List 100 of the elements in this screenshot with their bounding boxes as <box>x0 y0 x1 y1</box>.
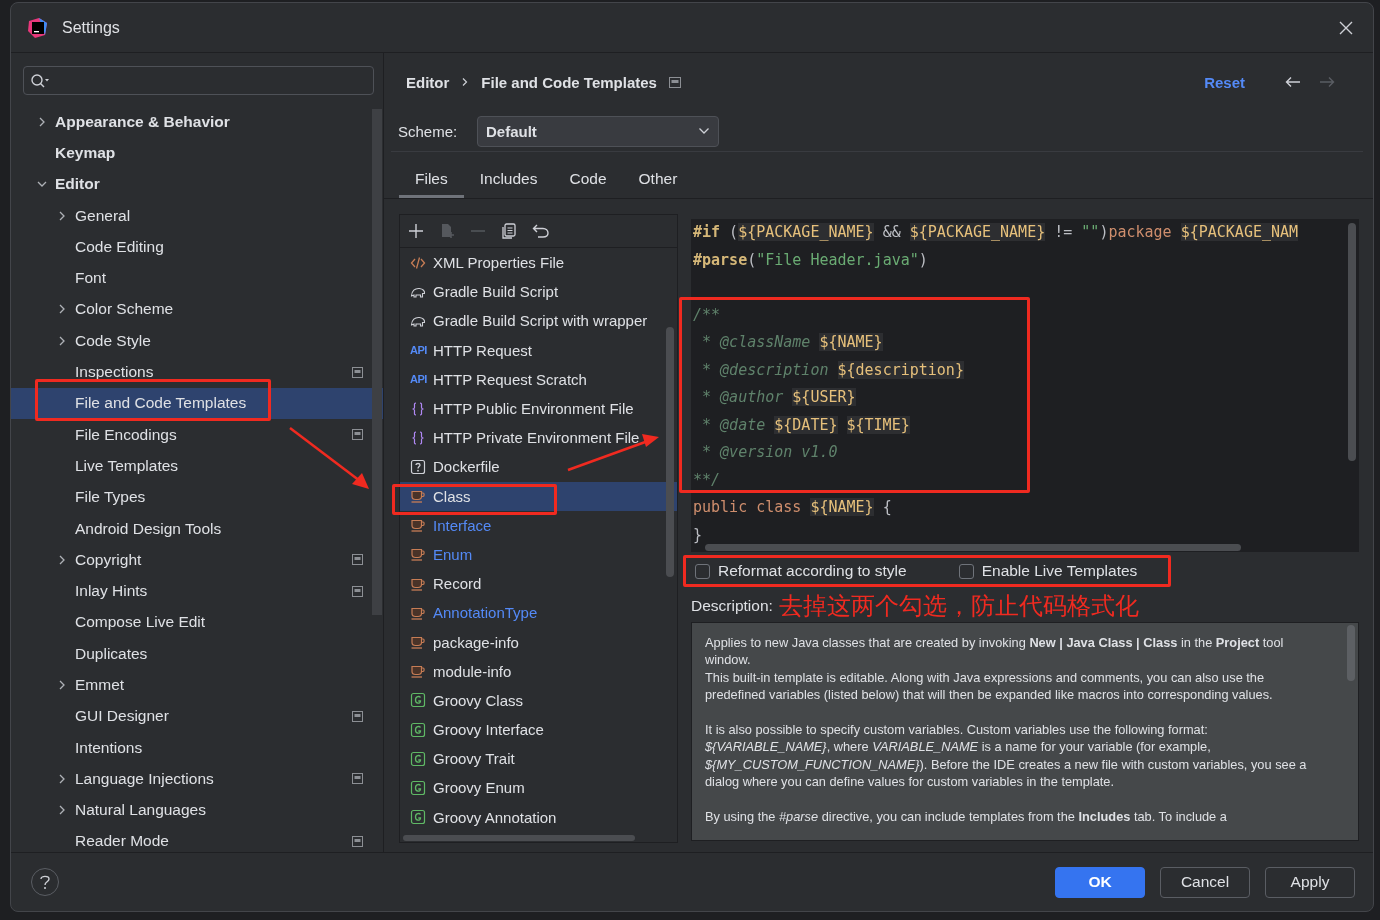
template-item[interactable]: module-info <box>400 656 677 686</box>
breadcrumb-item: File and Code Templates <box>481 73 657 91</box>
project-scope-icon <box>668 76 681 88</box>
chevron-icon[interactable] <box>57 304 67 315</box>
search-icon <box>30 72 52 89</box>
scrollbar[interactable] <box>1347 625 1355 681</box>
code-line: public class ${NAME} { <box>692 497 892 518</box>
help-icon <box>39 874 51 890</box>
code-line: * @className ${NAME} <box>701 332 883 353</box>
code-line: * @date ${DATE} ${TIME} <box>701 414 910 436</box>
dialog-button[interactable]: Apply <box>1265 866 1355 898</box>
scrollbar[interactable] <box>705 544 1241 551</box>
breadcrumb-item[interactable]: Editor <box>406 73 450 91</box>
chevron-icon[interactable] <box>57 680 67 690</box>
template-item[interactable]: Enum <box>400 539 677 570</box>
template-item[interactable]: Groovy Class <box>400 685 677 715</box>
template-item[interactable]: Groovy Enum <box>400 773 677 803</box>
sidebar-item[interactable]: Duplicates <box>11 638 383 670</box>
sidebar-item[interactable]: Code Style <box>11 325 383 357</box>
chevron-icon <box>461 77 470 87</box>
scheme-label: Scheme: <box>398 122 459 140</box>
app-logo-icon <box>27 16 49 39</box>
template-item[interactable]: Dockerfile <box>400 452 677 482</box>
sidebar-item[interactable]: Editor <box>11 168 383 200</box>
chevron-icon[interactable] <box>37 116 47 127</box>
sidebar-item[interactable]: File and Code Templates <box>11 387 383 419</box>
sidebar-item[interactable]: Keymap <box>11 137 383 169</box>
template-item[interactable]: XML Properties File <box>400 248 677 278</box>
sidebar-item[interactable]: Font <box>11 262 383 294</box>
scrollbar[interactable] <box>666 327 674 577</box>
add-icon[interactable] <box>408 223 424 239</box>
scrollbar[interactable] <box>403 835 635 841</box>
option-checkbox[interactable]: Reformat according to style <box>695 562 907 580</box>
sidebar-item[interactable]: Inspections <box>11 356 383 388</box>
sidebar-item[interactable]: File Types <box>11 481 383 513</box>
chevron-icon[interactable] <box>57 805 67 816</box>
code-line: * @description ${description} <box>701 359 964 381</box>
sidebar-item[interactable]: GUI Designer <box>11 700 383 732</box>
tab[interactable]: Other <box>622 162 694 198</box>
type-label: API <box>410 344 426 357</box>
sidebar-item[interactable]: Code Editing <box>11 231 383 263</box>
reset-link[interactable]: Reset <box>1204 73 1245 91</box>
tab[interactable]: Files <box>399 162 464 198</box>
option-checkbox[interactable]: Enable Live Templates <box>958 562 1138 580</box>
template-item[interactable]: Groovy Interface <box>400 715 677 745</box>
template-item[interactable]: Groovy Trait <box>400 744 677 774</box>
description-text: It is also possible to specify custom variables. Custom variables use the following format: ${VARIABLE_NAME}, where VARIABLE_NAME is a name for your variable (for example, ${MY_CUSTOM_FUNCTION_NAME}). Before the IDE creates a new file with custom variables, you see a dialog where you can define values for custom variables in the template. <box>705 721 1308 791</box>
dialog-button[interactable]: Cancel <box>1160 866 1250 898</box>
sidebar-item[interactable]: File Encodings <box>11 418 383 451</box>
sidebar-item[interactable]: Emmet <box>11 669 383 701</box>
code-line: /** <box>692 304 721 326</box>
back-arrow-icon[interactable] <box>1285 76 1301 88</box>
description-label: Description: <box>691 597 773 615</box>
chevron-icon[interactable] <box>57 554 67 565</box>
sidebar-item[interactable]: Android Design Tools <box>11 512 383 545</box>
template-item[interactable]: Class <box>400 481 677 511</box>
template-item[interactable]: Groovy Annotation <box>400 802 677 832</box>
description-text: This built-in template is editable. Along with Java expressions and comments, you can also use the predefined variables (listed below) that will then be expanded like macros into corresponding values. <box>705 668 1274 704</box>
scrollbar[interactable] <box>372 109 382 615</box>
sidebar-item[interactable]: Reader Mode <box>11 825 383 858</box>
sidebar-item[interactable]: General <box>11 199 383 232</box>
code-editor[interactable] <box>691 219 1359 552</box>
template-item[interactable]: Gradle Build Script <box>400 277 677 307</box>
sidebar-item[interactable]: Intentions <box>11 731 383 764</box>
sidebar-item[interactable]: Appearance & Behavior <box>11 106 383 138</box>
copy-icon[interactable] <box>501 223 517 239</box>
description-text: By using the #parse directive, you can include templates from the Includes tab. To include a <box>705 808 1228 826</box>
code-line: #parse("File Header.java") <box>692 249 928 271</box>
code-line: **/ <box>692 469 721 491</box>
template-item[interactable]: HTTP Private Environment File <box>400 423 677 453</box>
sidebar-item[interactable]: Compose Live Edit <box>11 606 383 639</box>
chevron-icon[interactable] <box>57 210 67 221</box>
code-line: * @version v1.0 <box>701 442 838 463</box>
annotation-note: 去掉这两个勾选，防止代码格式化 <box>778 591 1139 621</box>
template-item[interactable]: API HTTP Request <box>400 335 677 365</box>
template-item[interactable]: Interface <box>400 510 677 540</box>
sidebar-item[interactable]: Inlay Hints <box>11 575 383 607</box>
sidebar-item[interactable]: Color Scheme <box>11 293 383 326</box>
template-item[interactable]: API HTTP Request Scratch <box>400 364 677 394</box>
scrollbar[interactable] <box>1348 223 1356 461</box>
tab[interactable]: Includes <box>463 162 554 198</box>
code-line: #if (${PACKAGE_NAME} && ${PACKAGE_NAME} != "")package ${PACKAGE_NAM <box>692 222 1299 243</box>
code-line: * @author ${USER} <box>701 387 856 408</box>
chevron-down-icon <box>698 127 710 135</box>
chevron-icon[interactable] <box>57 773 67 784</box>
undo-icon[interactable] <box>532 223 550 239</box>
template-item[interactable]: Gradle Build Script with wrapper <box>400 306 677 336</box>
sidebar-item[interactable]: Copyright <box>11 544 383 576</box>
dialog-button[interactable]: OK <box>1055 866 1145 898</box>
template-item[interactable]: package-info <box>400 627 677 657</box>
tab[interactable]: Code <box>553 162 623 198</box>
template-item[interactable]: AnnotationType <box>400 598 677 628</box>
template-item[interactable]: Record <box>400 569 677 599</box>
sidebar-item[interactable]: Language Injections <box>11 763 383 795</box>
chevron-icon[interactable] <box>57 335 67 346</box>
sidebar-item[interactable]: Live Templates <box>11 450 383 482</box>
template-item[interactable]: HTTP Public Environment File <box>400 393 677 424</box>
search-field[interactable] <box>23 66 374 95</box>
scheme-dropdown[interactable]: Default <box>477 115 719 147</box>
sidebar-item[interactable]: Natural Languages <box>11 794 383 826</box>
